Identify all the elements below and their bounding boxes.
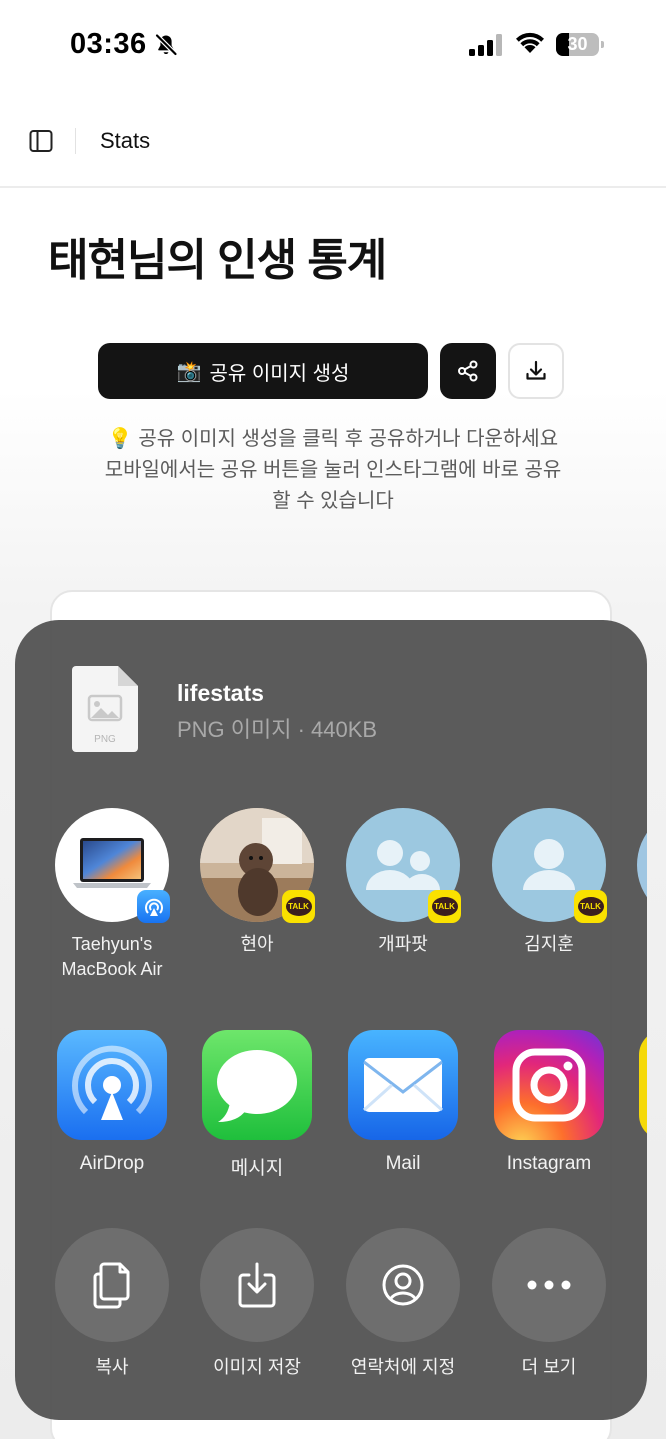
app-label: 메시지: [230, 1158, 284, 1179]
action-copy[interactable]: 복사: [42, 1228, 182, 1379]
person-target-partial[interactable]: [637, 808, 647, 922]
header-title: Stats: [100, 128, 151, 153]
page-title: 태현님의 인생 통계: [48, 236, 387, 285]
avatar: TALK: [492, 808, 607, 923]
app-mail[interactable]: Mail: [333, 1030, 473, 1175]
hint-line: 모바일에서는 공유 버튼을 눌러 인스타그램에 바로 공유: [104, 459, 562, 481]
airdrop-icon: [57, 1030, 167, 1140]
app-partial[interactable]: [639, 1030, 647, 1140]
signal-icon: [469, 34, 502, 56]
app-instagram[interactable]: Instagram: [479, 1030, 619, 1175]
download-icon: [526, 360, 546, 380]
header-divider: [75, 128, 76, 154]
app-label: Mail: [385, 1153, 421, 1174]
kakaotalk-badge-label: TALK: [431, 897, 458, 916]
app-label: Instagram: [506, 1153, 592, 1174]
app-label: AirDrop: [79, 1153, 145, 1174]
hint-line: 할 수 있습니다: [272, 490, 394, 512]
kakaotalk-icon: TALK: [282, 890, 315, 923]
airdrop-icon: [137, 890, 170, 923]
file-name: lifestats: [177, 680, 264, 706]
action-more[interactable]: 더 보기: [479, 1228, 619, 1379]
file-thumb-label: PNG: [94, 734, 116, 745]
kakaotalk-badge-label: TALK: [285, 897, 312, 916]
status-time: 03:36: [70, 28, 147, 60]
sidebar-toggle-icon[interactable]: [28, 128, 54, 154]
copy-icon: [55, 1228, 169, 1342]
save-image-icon: [200, 1228, 314, 1342]
battery-percent: 30: [567, 34, 588, 54]
avatar: TALK: [346, 808, 461, 923]
messages-icon: [202, 1030, 312, 1140]
download-button[interactable]: [508, 343, 564, 399]
contact-icon: [346, 1228, 460, 1342]
person-name-line: Taehyun's: [71, 934, 153, 954]
action-label: 연락처에 지정: [350, 1357, 456, 1377]
person-target-macbook[interactable]: Taehyun's MacBook Air: [42, 808, 182, 982]
person-name: 김지훈: [524, 934, 574, 954]
avatar: TALK: [200, 808, 315, 923]
kakaotalk-icon: TALK: [574, 890, 607, 923]
action-label: 복사: [95, 1357, 129, 1377]
share-icon: [458, 360, 478, 382]
generate-button-label: 공유 이미지 생성: [209, 362, 350, 385]
person-name: 개파팟: [378, 934, 428, 954]
action-label: 이미지 저장: [213, 1357, 301, 1377]
share-button[interactable]: [440, 343, 496, 399]
kakaotalk-badge-label: TALK: [577, 897, 604, 916]
generate-share-image-button[interactable]: 📸 공유 이미지 생성: [98, 343, 428, 399]
action-label: 더 보기: [521, 1357, 577, 1377]
instagram-icon: [494, 1030, 604, 1140]
action-save-image[interactable]: 이미지 저장: [187, 1228, 327, 1379]
avatar: [55, 808, 170, 923]
person-name: 현아: [240, 934, 274, 954]
wifi-icon: [516, 32, 544, 53]
more-icon: [492, 1228, 606, 1342]
status-bar: 03:36 30: [0, 0, 666, 90]
person-name: Taehyun's MacBook Air: [42, 932, 182, 982]
mail-icon: [348, 1030, 458, 1140]
hint-text: 💡 공유 이미지 생성을 클릭 후 공유하거나 다운하세요 모바일에서는 공유 …: [80, 424, 586, 517]
bell-off-icon: [155, 33, 178, 56]
person-target-group[interactable]: TALK 개파팟: [333, 808, 473, 957]
action-assign-to-contact[interactable]: 연락처에 지정: [333, 1228, 473, 1379]
file-meta: PNG 이미지 · 440KB: [177, 717, 378, 742]
app-airdrop[interactable]: AirDrop: [42, 1030, 182, 1175]
app-messages[interactable]: 메시지: [187, 1030, 327, 1180]
hint-line: 💡 공유 이미지 생성을 클릭 후 공유하거나 다운하세요: [107, 428, 559, 450]
share-sheet: PNG lifestats PNG 이미지 · 440KB Taehyun's …: [15, 620, 647, 1420]
person-name-line: MacBook Air: [61, 959, 163, 979]
battery-indicator: 30: [556, 33, 604, 56]
person-target-kimjihun[interactable]: TALK 김지훈: [479, 808, 619, 957]
app-header: Stats: [0, 100, 666, 188]
kakaotalk-icon: TALK: [428, 890, 461, 923]
camera-flash-icon: 📸: [176, 360, 202, 383]
person-target-hyuna[interactable]: TALK 현아: [187, 808, 327, 957]
